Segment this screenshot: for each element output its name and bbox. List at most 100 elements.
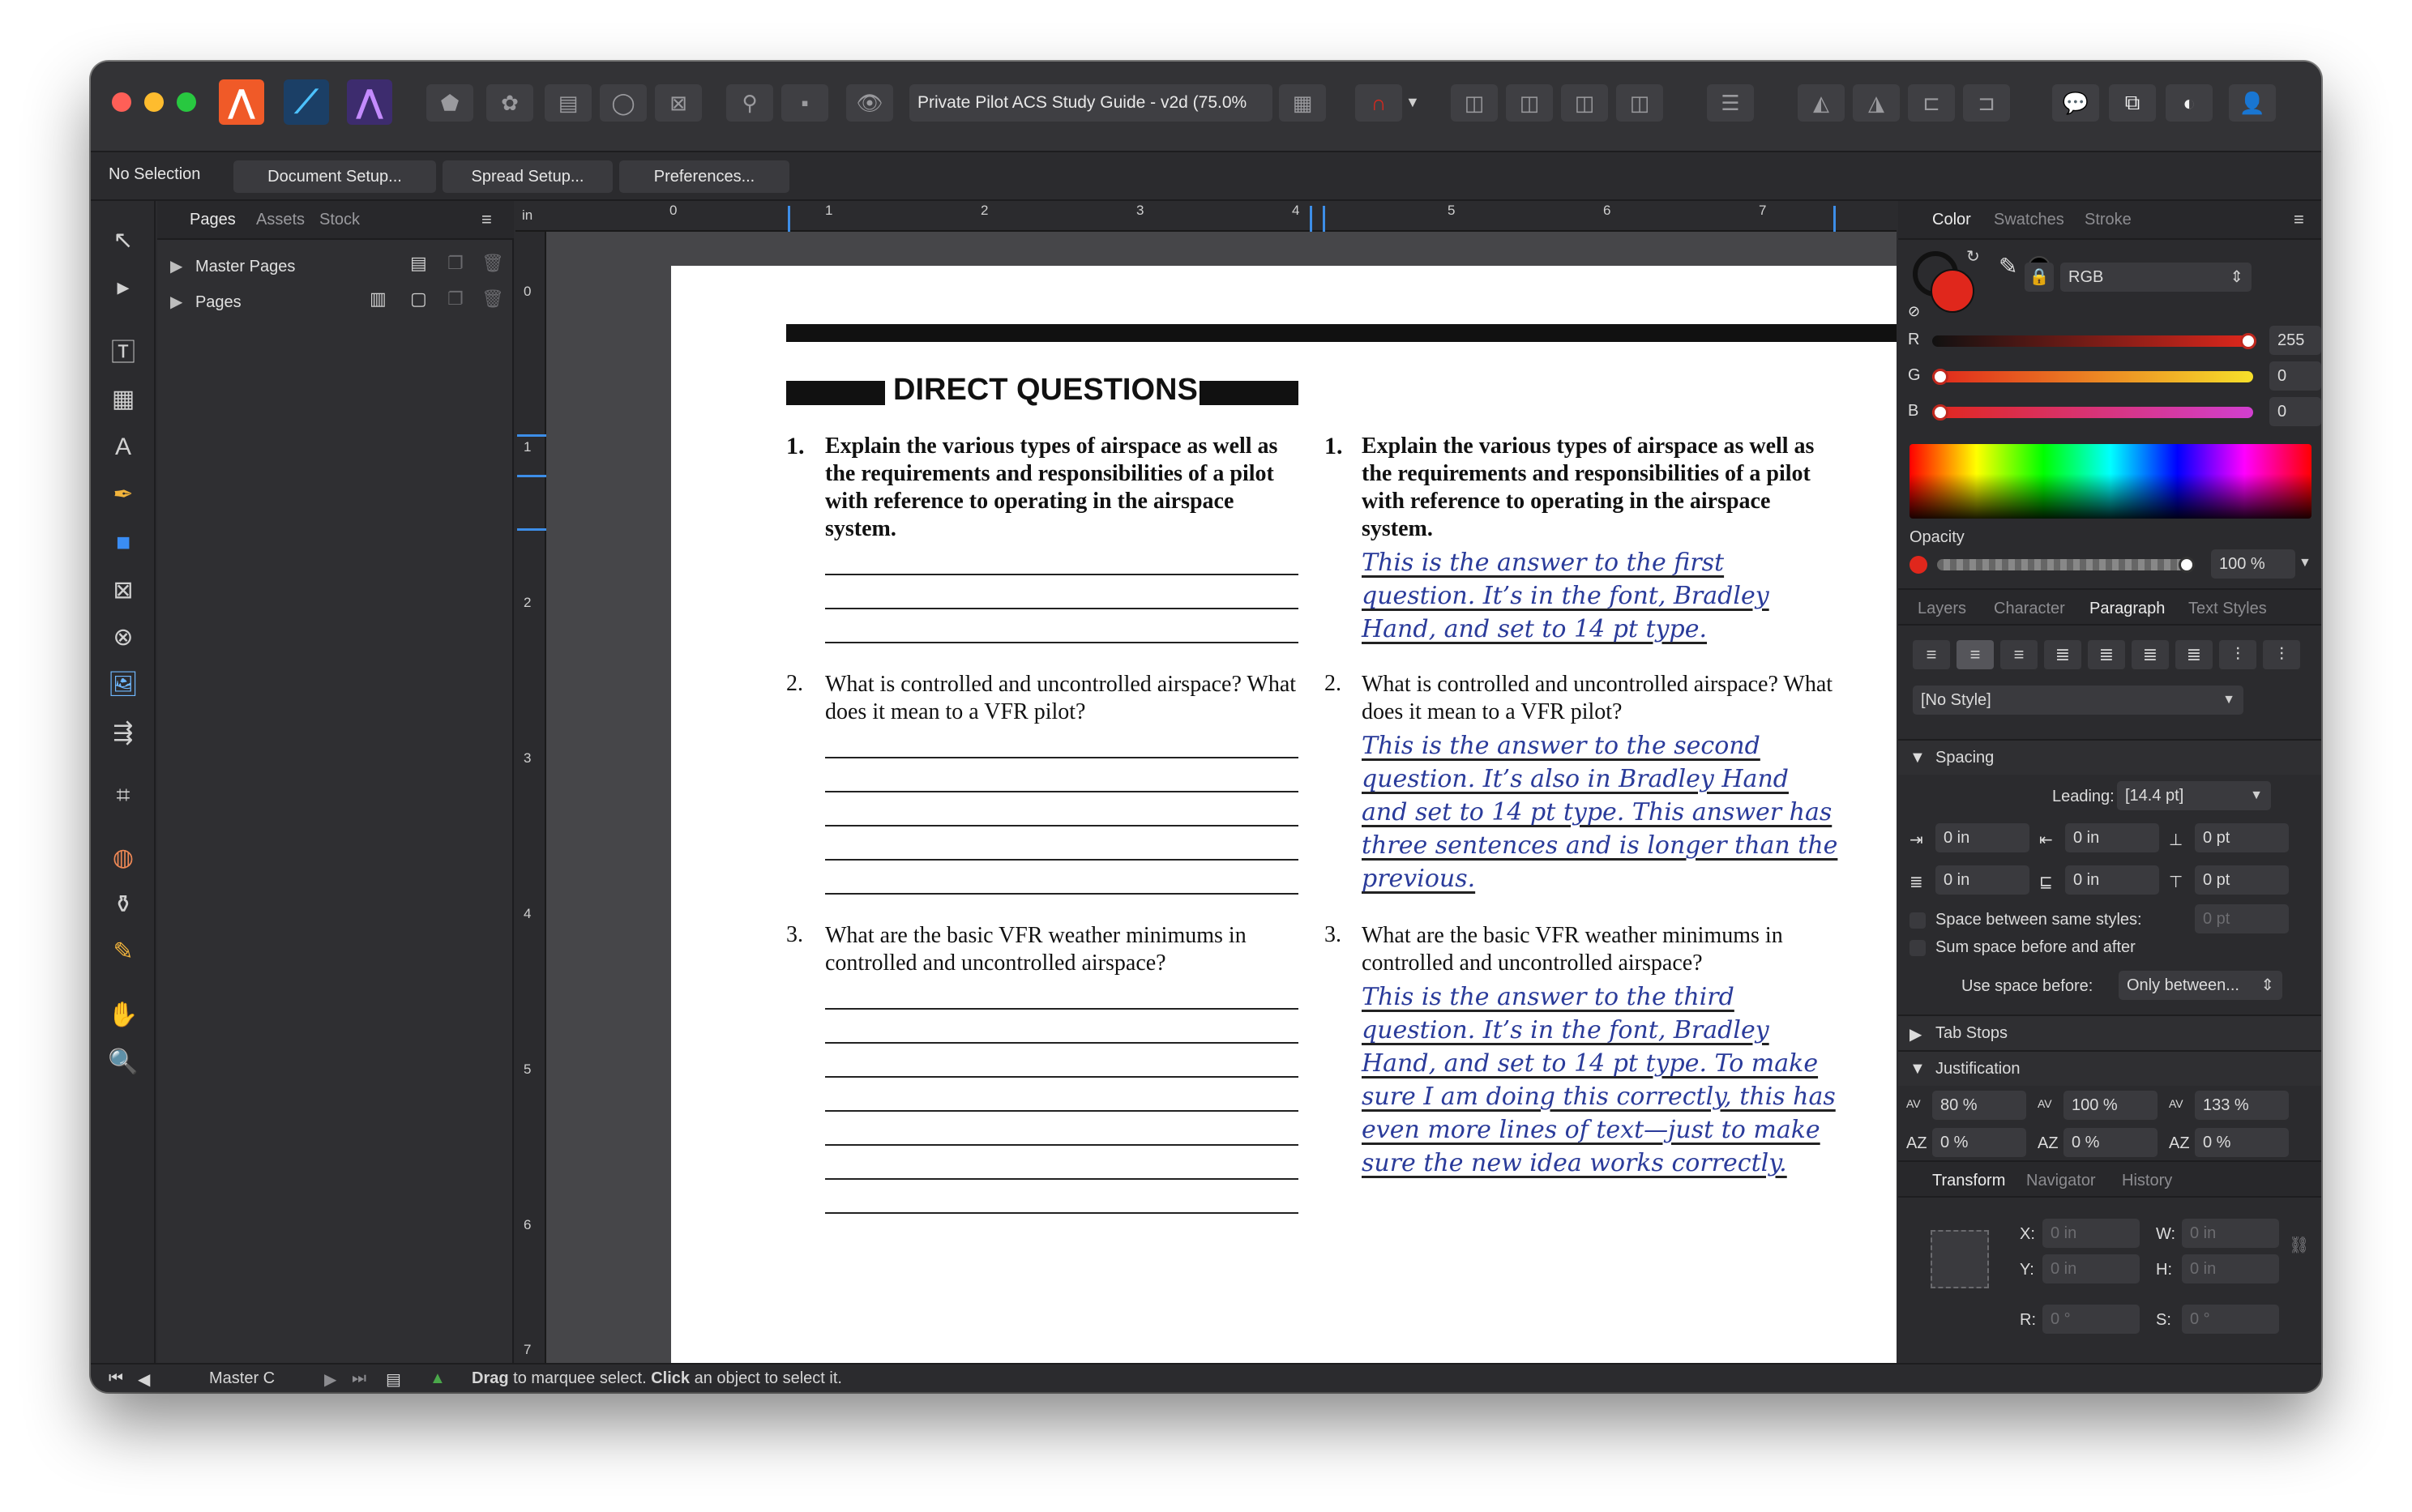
ellipse-frame-tool-icon[interactable]: ⊗ [104,619,143,655]
lock-icon[interactable]: 🔒 [2025,263,2054,292]
frame-icon[interactable]: ⊠ [655,84,702,122]
square-icon[interactable]: ▪ [781,84,828,122]
sum-space-checkbox[interactable] [1909,940,1926,956]
studio-color-icon[interactable]: ◐ [2166,84,2213,122]
move-tool-icon[interactable]: ↖ [104,222,143,258]
picture-frame-tool-icon[interactable]: ⊠ [104,572,143,608]
node-tool-icon[interactable]: ▸ [104,269,143,305]
studio-layers-icon[interactable]: ⧉ [2109,84,2156,122]
last-line-indent-field[interactable]: 0 in [2065,865,2159,895]
master-pages-row[interactable]: ▶ Master Pages [170,256,295,276]
w-field[interactable]: 0 in [2182,1219,2279,1248]
document-title[interactable]: Private Pilot ACS Study Guide - v2d (75.… [909,84,1272,122]
justify-center-icon[interactable]: ≣ [2088,640,2125,669]
eyedropper-icon[interactable]: ✎ [1999,253,2017,280]
close-window-button[interactable] [112,92,131,112]
studio-chat-icon[interactable]: 💬 [2052,84,2099,122]
r-slider-knob[interactable] [2240,333,2256,349]
tab-pages[interactable]: Pages [190,211,236,229]
align-away-spine-icon[interactable]: ⫶ [2263,640,2300,669]
g-slider[interactable] [1932,369,2253,385]
tab-color[interactable]: Color [1932,211,1971,229]
photo-persona-icon[interactable]: ⋀ [347,79,392,125]
opacity-dropdown-chevron-icon[interactable]: ▼ [2299,556,2312,570]
r-slider[interactable] [1932,333,2256,349]
word-spacing-max-field[interactable]: 133 % [2195,1091,2289,1120]
disclosure-triangle-icon[interactable]: ▶ [170,258,182,275]
add-page-icon[interactable]: ▢ [410,288,427,310]
tab-stroke[interactable]: Stroke [2085,211,2132,229]
tab-text-styles[interactable]: Text Styles [2188,600,2267,618]
page-spread-icon[interactable]: ▤ [386,1369,401,1390]
leading-field[interactable]: [14.4 pt] ▼ [2117,781,2271,810]
align-left-icon[interactable]: ≡ [1913,640,1950,669]
panel-menu-icon[interactable]: ≡ [481,209,492,230]
tab-layers[interactable]: Layers [1918,600,1966,618]
arrange-forward-icon[interactable]: ◫ [1561,84,1608,122]
pin-icon[interactable]: ⚲ [726,84,773,122]
pages-row[interactable]: ▶ Pages [170,292,242,312]
opacity-value-field[interactable]: 100 % [2211,549,2295,579]
tab-stops-section-header[interactable]: ▶ Tab Stops [1898,1014,2321,1050]
arrange-back-icon[interactable]: ◫ [1451,84,1498,122]
answer-text[interactable]: This is the answer to the first question… [1362,546,1840,646]
opacity-slider[interactable] [1937,557,2195,573]
letter-spacing-max-field[interactable]: 0 % [2195,1128,2289,1157]
preflight-icon[interactable]: ◯ [600,84,647,122]
preferences-button[interactable]: Preferences... [619,160,789,193]
page-icon[interactable]: ▤ [545,84,592,122]
minimize-window-button[interactable] [144,92,164,112]
anchor-point-selector[interactable] [1931,1230,1989,1288]
preflight-status-icon[interactable]: ▲ [430,1369,446,1388]
text-frame-tool-icon[interactable]: 🅃 [104,332,143,368]
table-tool-icon[interactable]: ▦ [104,381,143,416]
panel-menu-icon[interactable]: ≡ [2294,209,2304,230]
word-spacing-min-field[interactable]: 80 % [1932,1091,2026,1120]
artistic-text-tool-icon[interactable]: A [104,429,143,465]
current-page-label[interactable]: Master C [209,1369,275,1388]
vertical-ruler[interactable]: 0 1 2 3 4 5 6 7 [515,232,546,1363]
b-slider-knob[interactable] [1932,404,1948,421]
fill-color-well[interactable] [1931,269,1974,313]
add-master-icon[interactable]: ▤ [410,253,427,274]
first-line-indent-field[interactable]: 0 in [2065,823,2159,852]
space-after-field[interactable]: 0 pt [2195,865,2289,895]
tab-swatches[interactable]: Swatches [1994,211,2064,229]
tab-paragraph[interactable]: Paragraph [2089,600,2165,618]
table-of-contents-icon[interactable]: ⇶ [104,715,143,750]
color-picker-tool-icon[interactable]: ✎ [104,933,143,969]
align-right-icon[interactable]: ≡ [2000,640,2038,669]
flip-horizontal-icon[interactable]: ◭ [1798,84,1845,122]
flip-vertical-icon[interactable]: ◮ [1853,84,1900,122]
pen-tool-icon[interactable]: ✒ [104,476,143,512]
tab-transform[interactable]: Transform [1932,1172,2005,1190]
tab-history[interactable]: History [2122,1172,2172,1190]
tab-navigator[interactable]: Navigator [2026,1172,2096,1190]
spread-setup-button[interactable]: Spread Setup... [443,160,613,193]
view-mode-icon[interactable]: ▦ [1279,84,1326,122]
crop-tool-icon[interactable]: ⌗ [104,778,143,814]
snapping-magnet-icon[interactable]: ∩ [1355,84,1402,122]
letter-spacing-min-field[interactable]: 0 % [1932,1128,2026,1157]
shear-field[interactable]: 0 ° [2182,1305,2279,1334]
designer-persona-icon[interactable]: ⟋ [284,79,329,125]
canvas-area[interactable]: in 0 1 2 3 4 5 6 7 8 0 1 2 3 4 5 6 7 [515,201,1918,1363]
use-space-select[interactable]: Only between... ⇕ [2119,971,2282,1000]
publisher-persona-icon[interactable]: ⋀ [219,79,264,125]
rotate-right-icon[interactable]: ⊐ [1963,84,2010,122]
color-wheel-icon[interactable]: ✿ [486,84,533,122]
transparency-tool-icon[interactable]: ⚱ [104,886,143,922]
space-before-field[interactable]: 0 pt [2195,823,2289,852]
last-page-icon[interactable]: ⏭ [352,1369,366,1388]
spacing-section-header[interactable]: ▼ Spacing [1898,739,2321,775]
tab-stock[interactable]: Stock [319,211,360,229]
first-page-icon[interactable]: ⏮ [109,1369,123,1388]
document-page[interactable]: DIRECT QUESTIONS 1. Explain the various … [671,266,1897,1363]
previous-page-icon[interactable]: ◀ [138,1369,150,1390]
hand-tool-icon[interactable]: ✋ [104,997,143,1032]
rectangle-tool-icon[interactable]: ■ [104,525,143,561]
justify-right-icon[interactable]: ≣ [2132,640,2169,669]
left-indent-field[interactable]: 0 in [1935,823,2029,852]
letter-spacing-desired-field[interactable]: 0 % [2063,1128,2158,1157]
align-icon[interactable]: ☰ [1707,84,1754,122]
